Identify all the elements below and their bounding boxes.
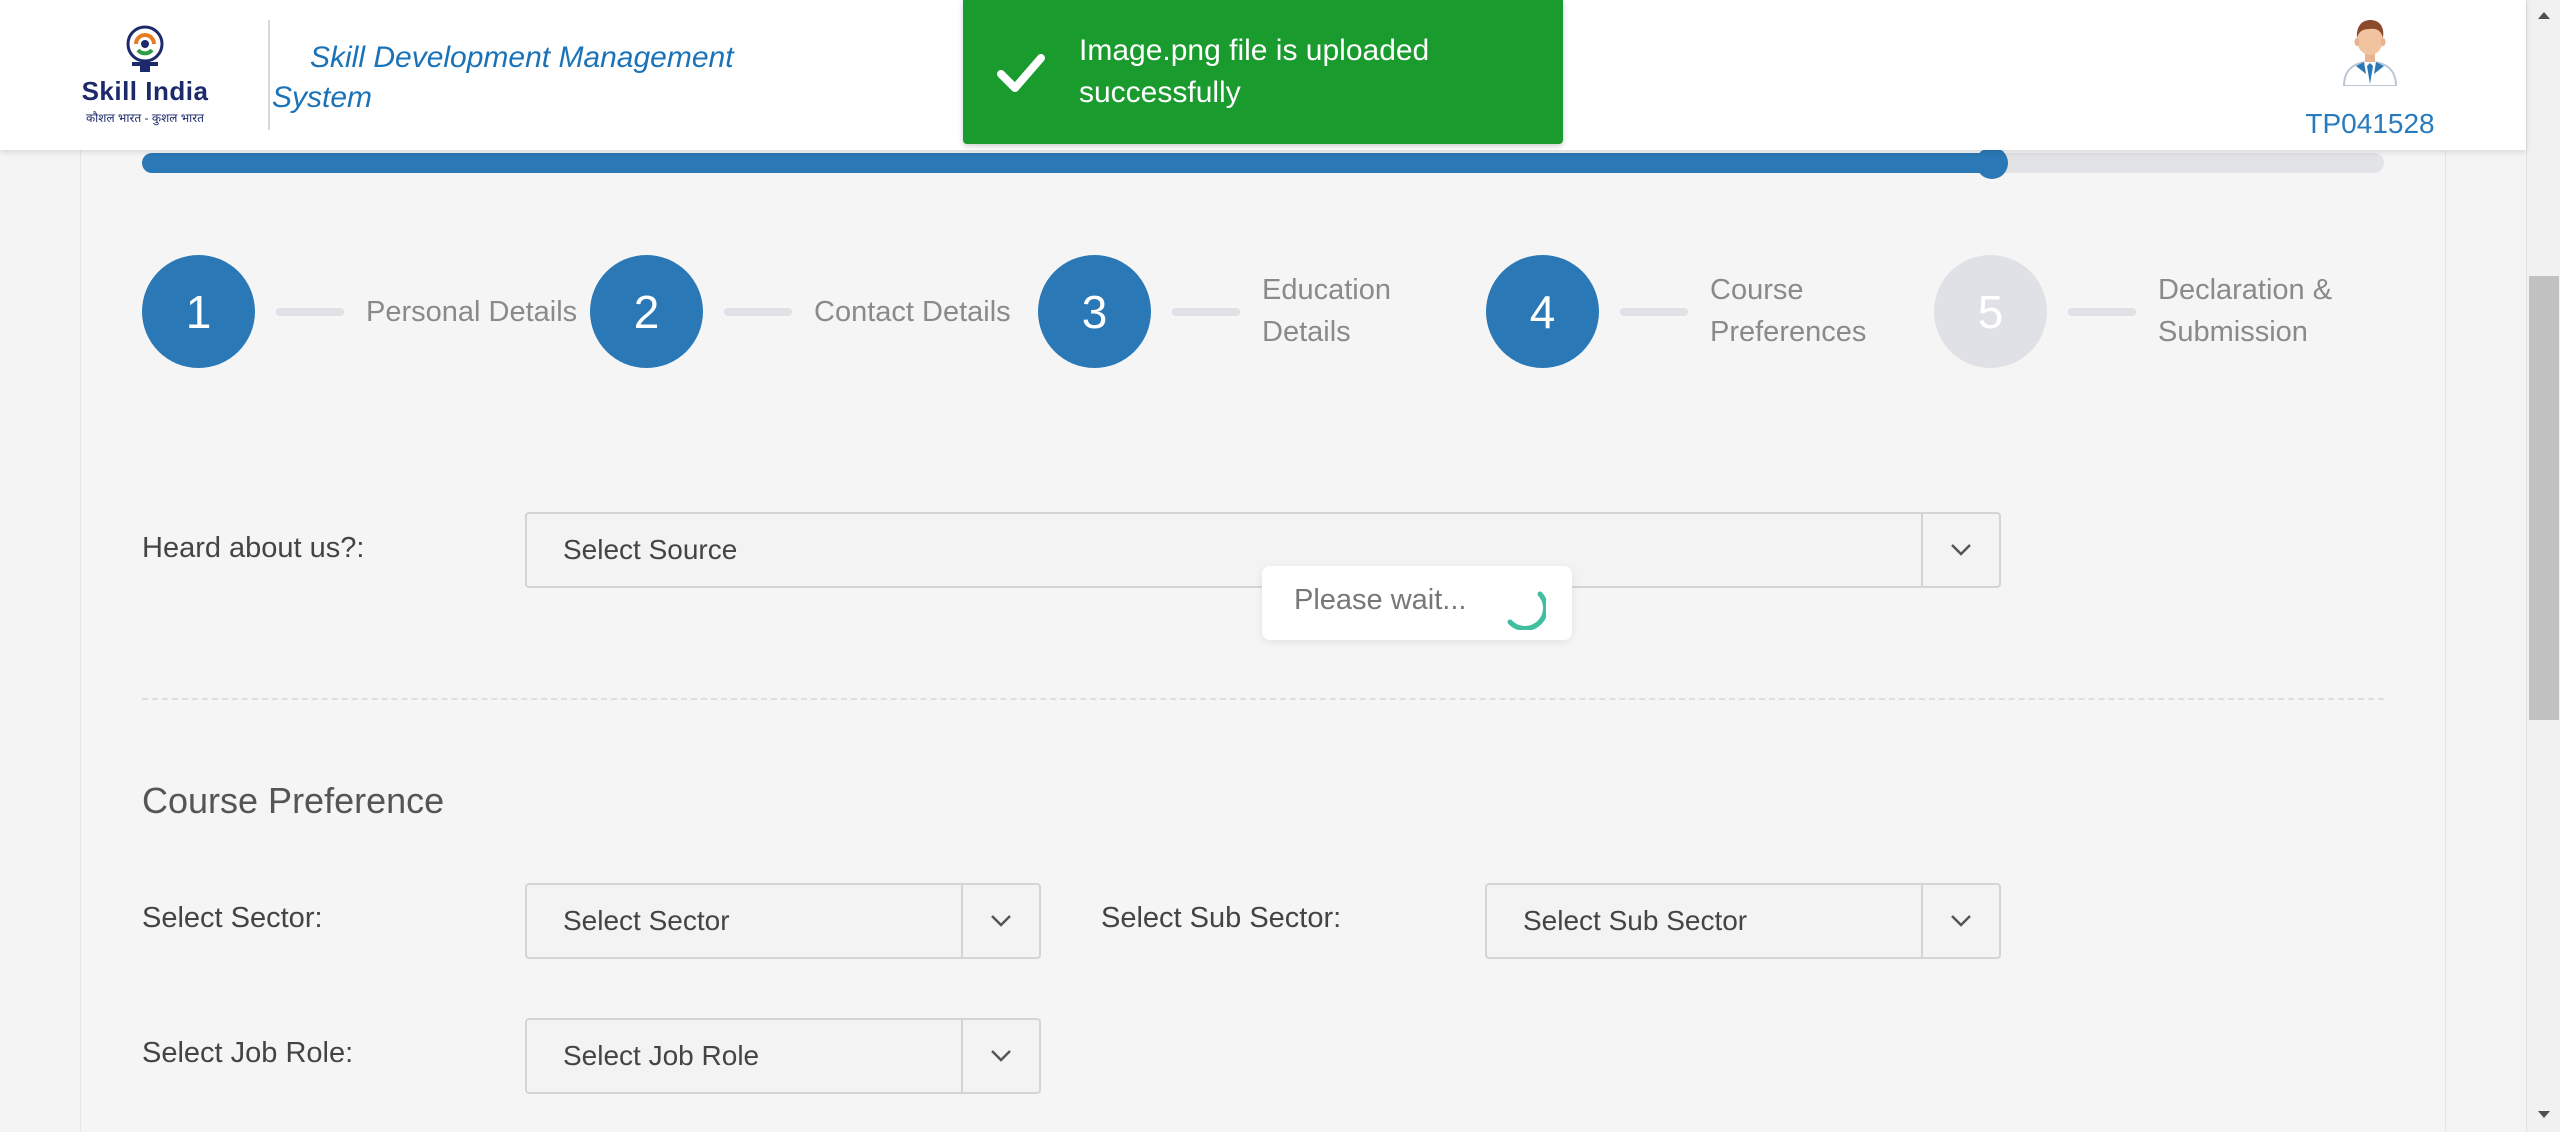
step-number: 5 <box>1934 255 2047 368</box>
sub-sector-label: Select Sub Sector: <box>1101 902 1342 934</box>
step-label: Education Details <box>1262 274 1391 348</box>
logo-title: Skill India <box>81 76 209 106</box>
job-role-dropdown-button[interactable] <box>961 1020 1039 1092</box>
chevron-down-icon <box>991 915 1011 927</box>
progress-knob <box>1975 147 2008 179</box>
step-indicator: 1 Personal Details 2 Contact Details 3 E… <box>142 255 2392 370</box>
step-connector <box>276 308 344 316</box>
step-label: Contact Details <box>814 296 1011 328</box>
step-number: 3 <box>1038 255 1151 368</box>
sub-sector-value: Select Sub Sector <box>1523 905 1748 936</box>
header-divider <box>268 20 270 130</box>
triangle-up-icon <box>2538 12 2550 19</box>
logo-subtitle: कौशल भारत - कुशल भारत <box>85 111 205 125</box>
step-number: 2 <box>590 255 703 368</box>
step-label: Declaration & Submission <box>2158 274 2333 348</box>
progress-bar <box>142 147 2384 179</box>
sub-sector-select[interactable]: Select Sub Sector <box>1485 883 2001 959</box>
user-id[interactable]: TP041528 <box>2290 108 2450 140</box>
sector-label: Select Sector: <box>142 902 323 934</box>
job-role-value: Select Job Role <box>563 1040 760 1071</box>
step-label: Personal Details <box>366 296 578 328</box>
sector-value: Select Sector <box>563 905 730 936</box>
heard-about-value: Select Source <box>563 534 738 565</box>
step-connector <box>724 308 792 316</box>
course-preference-title: Course Preference <box>142 780 445 821</box>
sector-select[interactable]: Select Sector <box>525 883 1041 959</box>
scroll-up-arrow[interactable] <box>2527 0 2560 30</box>
page-scrollbar[interactable] <box>2526 0 2560 1132</box>
chevron-down-icon <box>1951 544 1971 556</box>
section-divider <box>142 698 2384 700</box>
progress-fill <box>142 153 1992 173</box>
heard-about-dropdown-button[interactable] <box>1921 514 1999 586</box>
skill-india-logo[interactable]: Skill India कौशल भारत - कुशल भारत <box>80 24 210 128</box>
upload-success-toast[interactable]: Image.png file is uploaded successfully <box>963 0 1563 144</box>
chevron-down-icon <box>1951 915 1971 927</box>
step-connector <box>2068 308 2136 316</box>
step-number: 4 <box>1486 255 1599 368</box>
step-connector <box>1172 308 1240 316</box>
job-role-select[interactable]: Select Job Role <box>525 1018 1041 1094</box>
sub-sector-dropdown-button[interactable] <box>1921 885 1999 957</box>
skill-india-emblem-icon <box>126 25 164 72</box>
loading-text: Please wait... <box>1294 584 1467 616</box>
toast-message: Image.png file is uploaded successfully <box>1079 34 1430 109</box>
job-role-label: Select Job Role: <box>142 1037 354 1069</box>
chevron-down-icon <box>991 1050 1011 1062</box>
checkmark-icon <box>997 54 1045 92</box>
spinner-icon <box>1507 591 1546 630</box>
scroll-thumb[interactable] <box>2529 276 2559 720</box>
user-avatar[interactable] <box>2320 14 2420 94</box>
sector-dropdown-button[interactable] <box>961 885 1039 957</box>
user-avatar-icon <box>2342 20 2398 86</box>
step-connector <box>1620 308 1688 316</box>
app-title: Skill Development Management System <box>272 41 734 114</box>
heard-about-label: Heard about us?: <box>142 532 365 564</box>
scroll-down-arrow[interactable] <box>2527 1100 2560 1130</box>
triangle-down-icon <box>2538 1111 2550 1118</box>
loading-popup: Please wait... <box>1262 566 1572 640</box>
step-label: Course Preferences <box>1710 274 1867 348</box>
step-number: 1 <box>142 255 255 368</box>
